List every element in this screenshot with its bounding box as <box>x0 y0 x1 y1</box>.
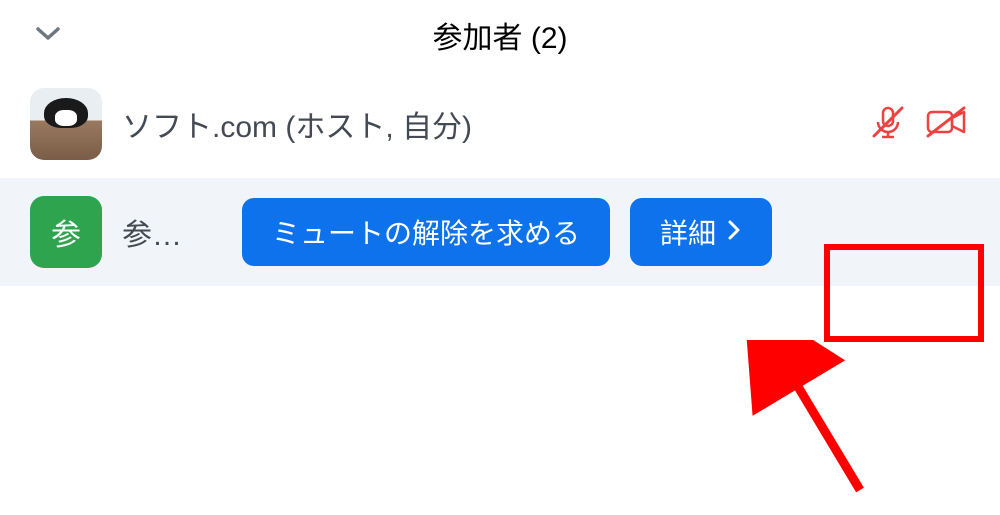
more-button[interactable]: 詳細 <box>630 198 772 266</box>
chevron-down-icon[interactable] <box>35 25 61 48</box>
avatar[interactable] <box>30 88 102 160</box>
chevron-right-icon <box>726 216 742 248</box>
participant-row: ソフト.com (ホスト, 自分) <box>0 70 1000 178</box>
annotation-arrow <box>740 340 880 510</box>
participants-header: 参加者 (2) <box>0 0 1000 70</box>
camera-off-icon[interactable] <box>924 104 970 145</box>
mic-muted-icon[interactable] <box>868 102 908 147</box>
avatar-initial: 参 <box>51 210 81 254</box>
ask-unmute-button[interactable]: ミュートの解除を求める <box>242 198 610 266</box>
more-button-label: 詳細 <box>660 212 716 252</box>
participant-row: 参 参… ミュートの解除を求める 詳細 <box>0 178 1000 286</box>
participant-name: 参… <box>122 210 222 254</box>
participant-name: ソフト.com (ホスト, 自分) <box>122 102 848 146</box>
page-title: 参加者 (2) <box>433 13 568 57</box>
avatar[interactable]: 参 <box>30 196 102 268</box>
